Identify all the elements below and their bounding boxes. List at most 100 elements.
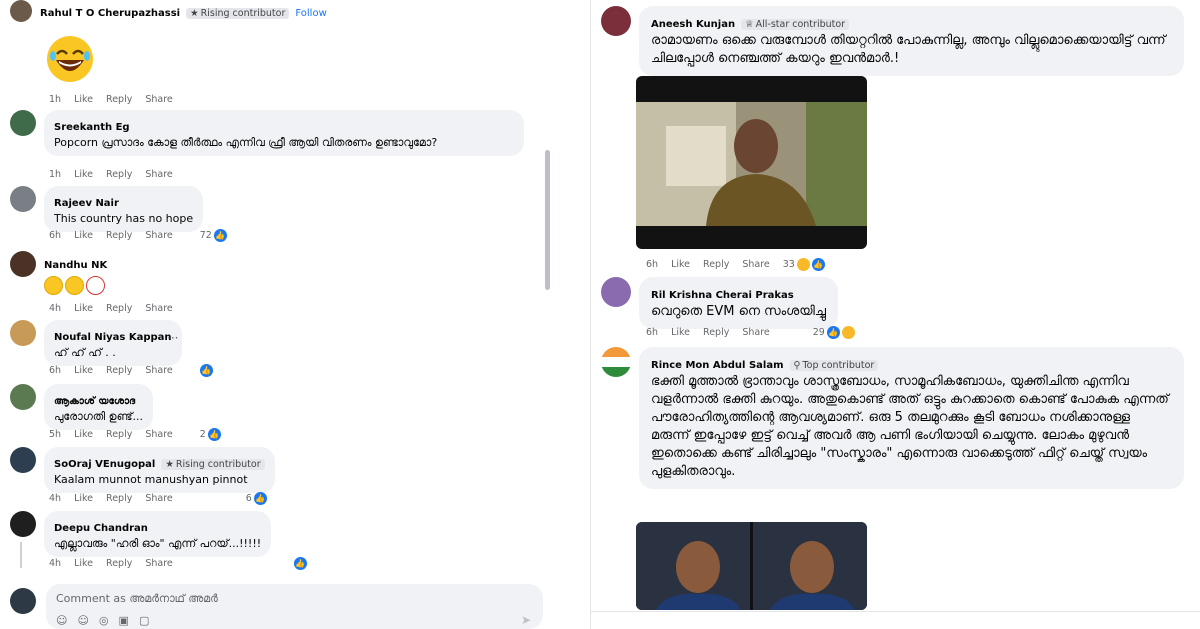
- share-button[interactable]: Share: [145, 303, 172, 314]
- author-name[interactable]: Aneesh Kunjan: [651, 19, 735, 30]
- timestamp[interactable]: 6h: [646, 327, 658, 338]
- reaction-count[interactable]: 29 👍: [813, 326, 855, 339]
- reply-button[interactable]: Reply: [106, 493, 132, 504]
- more-options-icon[interactable]: ···: [167, 331, 178, 345]
- like-button[interactable]: Like: [74, 94, 93, 105]
- author-name[interactable]: ആകാശ് യശോദ: [54, 396, 135, 407]
- timestamp[interactable]: 1h: [49, 169, 61, 180]
- camera-icon[interactable]: ◎: [99, 614, 109, 627]
- avatar[interactable]: [10, 384, 36, 410]
- timestamp[interactable]: 4h: [49, 493, 61, 504]
- share-button[interactable]: Share: [145, 94, 172, 105]
- like-reaction-icon: 👍: [199, 364, 213, 377]
- comment-author[interactable]: Aneesh Kunjan ♕ All-star contributor: [651, 19, 850, 30]
- timestamp[interactable]: 5h: [49, 429, 61, 440]
- like-button[interactable]: Like: [671, 259, 690, 270]
- rising-contributor-badge: ★ Rising contributor: [186, 8, 290, 19]
- send-icon[interactable]: ➤: [521, 613, 531, 627]
- reaction-count[interactable]: 👍: [199, 364, 213, 377]
- reaction-number: 2: [199, 429, 206, 440]
- author-name[interactable]: Rince Mon Abdul Salam: [651, 360, 784, 371]
- share-button[interactable]: Share: [145, 230, 172, 241]
- comment-actions: 1h Like Reply Share: [49, 94, 173, 105]
- like-button[interactable]: Like: [74, 429, 93, 440]
- timestamp[interactable]: 6h: [646, 259, 658, 270]
- avatar[interactable]: [601, 6, 631, 36]
- author-name[interactable]: Deepu Chandran: [54, 523, 148, 534]
- share-button[interactable]: Share: [145, 558, 172, 569]
- reply-button[interactable]: Reply: [703, 259, 729, 270]
- avatar[interactable]: [10, 0, 32, 22]
- comment-author[interactable]: Rahul T O Cherupazhassi ★ Rising contribu…: [40, 8, 327, 19]
- comment-bubble: Noufal Niyas Kappan ഹ് ഹ് ഹ് . .: [44, 320, 182, 366]
- avatar[interactable]: [10, 186, 36, 212]
- like-reaction-icon: 👍: [213, 229, 227, 242]
- author-name[interactable]: Rahul T O Cherupazhassi: [40, 8, 180, 19]
- comment: Ril Krishna Cherai Prakas വെറുതെ EVM നെ …: [601, 277, 838, 329]
- comment-actions: 4h Like Reply Share 👍: [49, 557, 307, 570]
- emoji-icon[interactable]: ☺: [77, 614, 88, 627]
- reply-button[interactable]: Reply: [106, 169, 132, 180]
- avatar[interactable]: [601, 277, 631, 307]
- like-button[interactable]: Like: [74, 493, 93, 504]
- timestamp[interactable]: 6h: [49, 365, 61, 376]
- reply-button[interactable]: Reply: [106, 94, 132, 105]
- share-button[interactable]: Share: [742, 259, 769, 270]
- author-name[interactable]: Noufal Niyas Kappan: [54, 332, 172, 343]
- author-name[interactable]: SoOraj VEnugopal: [54, 459, 155, 470]
- timestamp[interactable]: 4h: [49, 558, 61, 569]
- comment-input-placeholder: Comment as അമർനാഥ് അമർ: [56, 592, 218, 605]
- comment-author[interactable]: Rince Mon Abdul Salam ⚲ Top contributor: [651, 360, 879, 371]
- reaction-count[interactable]: 6 👍: [246, 492, 267, 505]
- timestamp[interactable]: 6h: [49, 230, 61, 241]
- reply-thread-line: [20, 542, 22, 568]
- current-user-avatar[interactable]: [10, 588, 36, 614]
- comment-text: This country has no hope: [54, 212, 194, 225]
- avatar[interactable]: [10, 251, 36, 277]
- reaction-count[interactable]: 33 👍: [783, 258, 825, 271]
- author-name[interactable]: Ril Krishna Cherai Prakas: [651, 290, 794, 301]
- follow-link[interactable]: Follow: [295, 8, 326, 19]
- avatar[interactable]: [601, 347, 631, 377]
- share-button[interactable]: Share: [145, 169, 172, 180]
- share-button[interactable]: Share: [742, 327, 769, 338]
- like-button[interactable]: Like: [74, 230, 93, 241]
- gif-icon[interactable]: ▣: [119, 614, 129, 627]
- reaction-count[interactable]: 72 👍: [200, 229, 227, 242]
- like-button[interactable]: Like: [671, 327, 690, 338]
- avatar[interactable]: [10, 110, 36, 136]
- share-button[interactable]: Share: [145, 493, 172, 504]
- reply-button[interactable]: Reply: [106, 558, 132, 569]
- sticker-icon[interactable]: ▢: [139, 614, 149, 627]
- timestamp[interactable]: 1h: [49, 94, 61, 105]
- comment-input[interactable]: Comment as അമർനാഥ് അമർ ☺ ☺ ◎ ▣ ▢ ➤: [46, 584, 543, 629]
- like-button[interactable]: Like: [74, 169, 93, 180]
- scrollbar[interactable]: [545, 150, 550, 290]
- reply-button[interactable]: Reply: [106, 429, 132, 440]
- avatar[interactable]: [10, 447, 36, 473]
- like-button[interactable]: Like: [74, 365, 93, 376]
- comment-gif-image[interactable]: [636, 76, 867, 249]
- author-name[interactable]: Sreekanth Eg: [54, 122, 130, 133]
- reply-button[interactable]: Reply: [703, 327, 729, 338]
- reply-button[interactable]: Reply: [106, 365, 132, 376]
- avatar-sticker-icon[interactable]: ☺: [56, 614, 67, 627]
- timestamp[interactable]: 4h: [49, 303, 61, 314]
- comment: Noufal Niyas Kappan ഹ് ഹ് ഹ് . .: [10, 320, 182, 366]
- reaction-count[interactable]: 👍: [293, 557, 307, 570]
- reply-button[interactable]: Reply: [106, 230, 132, 241]
- comment-meme-image[interactable]: [636, 522, 867, 610]
- avatar[interactable]: [10, 511, 36, 537]
- reaction-count[interactable]: 2 👍: [200, 428, 221, 441]
- comment: Rajeev Nair This country has no hope: [10, 186, 204, 232]
- author-name[interactable]: Nandhu NK: [44, 260, 107, 271]
- author-name[interactable]: Rajeev Nair: [54, 198, 119, 209]
- reply-button[interactable]: Reply: [106, 303, 132, 314]
- share-button[interactable]: Share: [145, 365, 172, 376]
- comment-author[interactable]: SoOraj VEnugopal ★ Rising contributor: [54, 459, 265, 470]
- like-button[interactable]: Like: [74, 303, 93, 314]
- avatar[interactable]: [10, 320, 36, 346]
- share-button[interactable]: Share: [145, 429, 172, 440]
- comment-bubble: Rajeev Nair This country has no hope: [44, 186, 204, 232]
- like-button[interactable]: Like: [74, 558, 93, 569]
